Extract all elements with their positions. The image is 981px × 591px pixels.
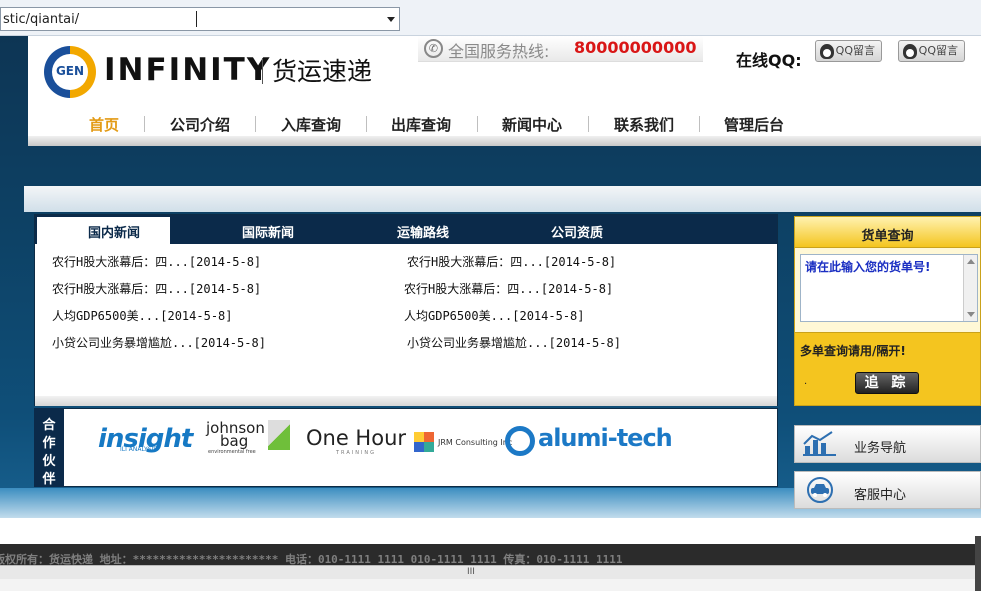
partners-label-char: 作 xyxy=(42,436,56,451)
scroll-down-icon[interactable] xyxy=(967,312,975,317)
news-item[interactable]: 农行H股大涨幕后：四...[2014-5-8] xyxy=(404,280,613,297)
qq-penguin-icon xyxy=(820,44,834,59)
news-item[interactable]: 农行H股大涨幕后：四...[2014-5-8] xyxy=(407,253,616,270)
tab-qualifications[interactable]: 公司资质 xyxy=(551,222,603,241)
tab-routes[interactable]: 运输路线 xyxy=(397,222,449,241)
nav-home[interactable]: 首页 xyxy=(89,114,119,135)
nav-news[interactable]: 新闻中心 xyxy=(502,114,562,135)
news-item[interactable]: 农行H股大涨幕后：四...[2014-5-8] xyxy=(52,253,261,270)
qq-message-button-1[interactable]: QQ留言 xyxy=(815,40,882,62)
url-text: stic/qiantai/ xyxy=(3,12,80,27)
partner-logo-insight-sub: ILI ANALYSIS xyxy=(120,446,158,453)
tracking-dot: . xyxy=(804,376,808,387)
partner-logo-alumi-tech[interactable]: alumi-tech xyxy=(538,424,673,452)
tab-domestic-news[interactable]: 国内新闻 xyxy=(88,222,140,241)
side-link-customer-service-label: 客服中心 xyxy=(854,488,907,503)
chart-icon xyxy=(803,431,836,456)
status-bar xyxy=(0,579,981,591)
url-dropdown-icon[interactable] xyxy=(387,17,395,22)
scrollbar-grip[interactable]: III xyxy=(467,567,475,577)
logo-mark-text: GEN xyxy=(55,64,85,78)
nav-inbound-query[interactable]: 入库查询 xyxy=(281,114,341,135)
brand-name-cn: 货运速递 xyxy=(272,57,373,86)
leaf-icon xyxy=(268,420,290,450)
alumi-logo-icon xyxy=(505,426,535,456)
qq-message-button-2[interactable]: QQ留言 xyxy=(898,40,965,62)
qq-button-label: QQ留言 xyxy=(835,44,875,57)
phone-icon: ✆ xyxy=(424,39,443,58)
text-cursor xyxy=(196,11,197,27)
scrollbar-corner xyxy=(975,536,981,591)
nav-separator xyxy=(699,116,700,132)
hotline-number: 80000000000 xyxy=(574,38,697,57)
nav-admin[interactable]: 管理后台 xyxy=(724,114,784,135)
nav-outbound-query[interactable]: 出库查询 xyxy=(391,114,451,135)
qq-penguin-icon xyxy=(903,44,917,59)
nav-about[interactable]: 公司介绍 xyxy=(170,114,230,135)
nav-separator xyxy=(144,116,145,132)
nav-separator xyxy=(588,116,589,132)
car-icon xyxy=(807,477,833,503)
horizontal-scrollbar[interactable] xyxy=(0,565,975,579)
qq-button-label: QQ留言 xyxy=(918,44,958,57)
tab-international-news[interactable]: 国际新闻 xyxy=(242,222,294,241)
news-item[interactable]: 小贷公司业务暴增尴尬...[2014-5-8] xyxy=(52,334,266,351)
url-input[interactable]: stic/qiantai/ xyxy=(0,7,400,31)
partner-logo-one-hour-sub: TRAINING xyxy=(336,450,377,456)
news-item[interactable]: 人均GDP6500美...[2014-5-8] xyxy=(52,307,233,324)
news-item[interactable]: 小贷公司业务暴增尴尬...[2014-5-8] xyxy=(407,334,621,351)
partners-label-char: 合 xyxy=(42,418,56,433)
brand-name: INFINITY xyxy=(104,52,272,88)
banner-strip xyxy=(24,186,981,212)
nav-separator xyxy=(366,116,367,132)
nav-separator xyxy=(255,116,256,132)
footer-band xyxy=(0,518,981,544)
partners-label-char: 伴 xyxy=(42,472,56,487)
hotline-label: 全国服务热线: xyxy=(448,42,550,61)
news-item[interactable]: 人均GDP6500美...[2014-5-8] xyxy=(404,307,585,324)
tracking-multi-hint: 多单查询请用/隔开! xyxy=(800,344,906,358)
news-panel-footer xyxy=(35,396,777,406)
news-item[interactable]: 农行H股大涨幕后：四...[2014-5-8] xyxy=(52,280,261,297)
partner-logo-jb-sub: environmental free xyxy=(208,449,256,455)
tracking-input-scrollbar[interactable] xyxy=(963,255,977,321)
partners-label-char: 伙 xyxy=(42,454,56,469)
nav-separator xyxy=(477,116,478,132)
jrm-logo-icon xyxy=(414,432,434,452)
qq-label: 在线QQ: xyxy=(736,51,802,70)
partner-logo-one-hour[interactable]: One Hour xyxy=(306,426,406,450)
partner-logo-jrm[interactable]: JRM Consulting Inc xyxy=(438,438,512,447)
tracking-placeholder: 请在此输入您的货单号! xyxy=(805,260,931,274)
brand-separator xyxy=(262,58,263,84)
nav-contact[interactable]: 联系我们 xyxy=(614,114,674,135)
header-divider xyxy=(28,136,981,146)
scroll-up-icon[interactable] xyxy=(967,259,975,264)
track-button[interactable]: 追 踪 xyxy=(855,372,919,394)
partner-logo-johnson-bag[interactable]: johnson bag xyxy=(206,421,265,449)
side-link-business-nav-label: 业务导航 xyxy=(854,441,907,456)
tracking-title: 货单查询 xyxy=(861,229,914,244)
